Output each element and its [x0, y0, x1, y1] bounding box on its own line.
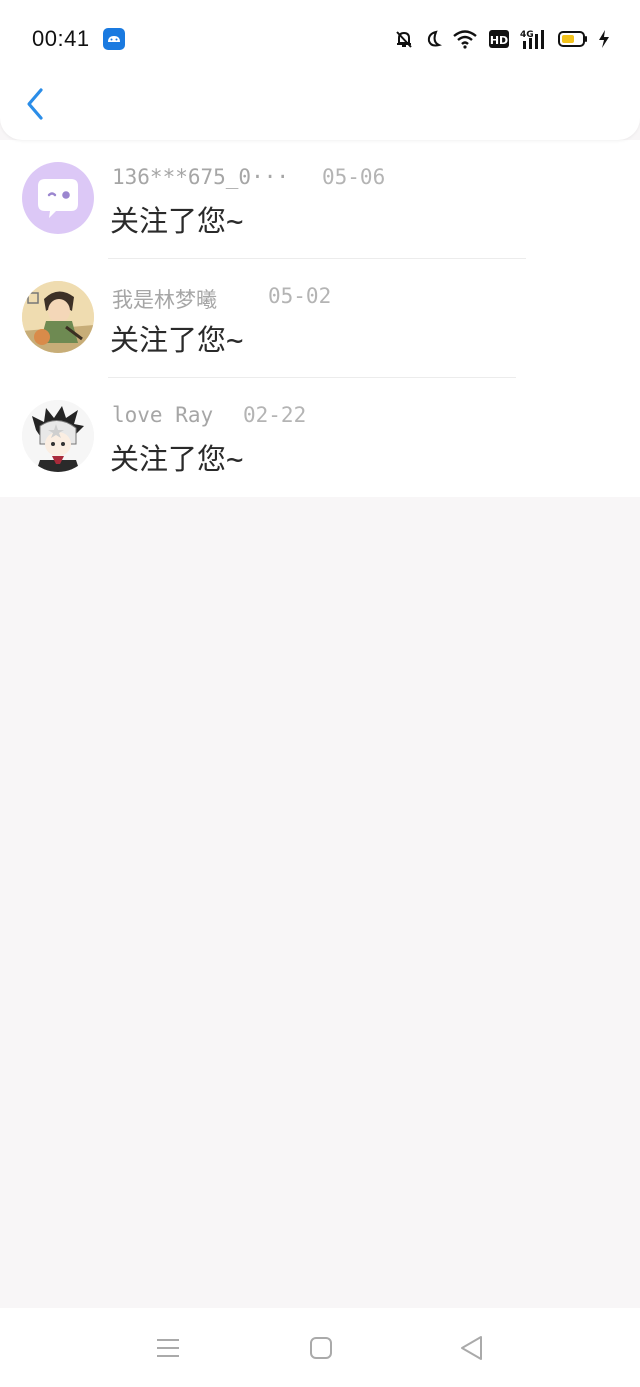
- signal-4g-icon: 4G: [520, 30, 544, 49]
- notification-date: 05-06: [322, 165, 386, 189]
- list-item[interactable]: love Ray 02-22 关注了您~: [0, 378, 640, 497]
- home-square-icon: [310, 1337, 332, 1359]
- moon-icon: [427, 30, 442, 47]
- chevron-left-icon: [27, 88, 43, 120]
- notification-date: 05-02: [268, 284, 332, 308]
- notification-list: 136***675_0··· 05-06 关注了您~ 我是林梦曦 05-02 关…: [0, 140, 640, 497]
- status-bar: 00:41 HD 4G: [0, 0, 640, 78]
- hd-icon: HD: [489, 30, 509, 48]
- android-app-icon: [103, 28, 125, 50]
- charging-icon: [599, 30, 609, 48]
- user-name[interactable]: 我是林梦曦: [112, 284, 217, 314]
- system-nav-bar: [0, 1308, 640, 1387]
- notification-date: 02-22: [243, 403, 307, 427]
- list-item[interactable]: 我是林梦曦 05-02 关注了您~: [0, 259, 640, 378]
- top-bar: 00:41 HD 4G: [0, 0, 640, 140]
- back-nav-button[interactable]: [457, 1334, 487, 1362]
- user-name[interactable]: 136***675_0···: [112, 165, 289, 189]
- notification-message: 关注了您~: [110, 323, 244, 357]
- chat-bubble-avatar[interactable]: [22, 162, 94, 234]
- status-time: 00:41: [32, 26, 90, 51]
- anime-boy-avatar[interactable]: [22, 400, 94, 472]
- menu-icon: [157, 1339, 179, 1357]
- list-item[interactable]: 136***675_0··· 05-06 关注了您~: [0, 140, 640, 259]
- anime-character-avatar[interactable]: [22, 281, 94, 353]
- notification-message: 关注了您~: [110, 204, 244, 238]
- back-triangle-icon: [461, 1336, 482, 1360]
- mute-bell-icon: [396, 31, 412, 48]
- notification-message: 关注了您~: [110, 442, 244, 476]
- wifi-icon: [453, 30, 477, 49]
- battery-icon: [558, 31, 587, 47]
- home-button[interactable]: [306, 1334, 336, 1362]
- user-name[interactable]: love Ray: [112, 403, 213, 427]
- back-button[interactable]: [22, 86, 48, 122]
- status-icons: HD 4G: [394, 27, 610, 51]
- menu-button[interactable]: [153, 1334, 183, 1362]
- hd-label: HD: [490, 34, 508, 47]
